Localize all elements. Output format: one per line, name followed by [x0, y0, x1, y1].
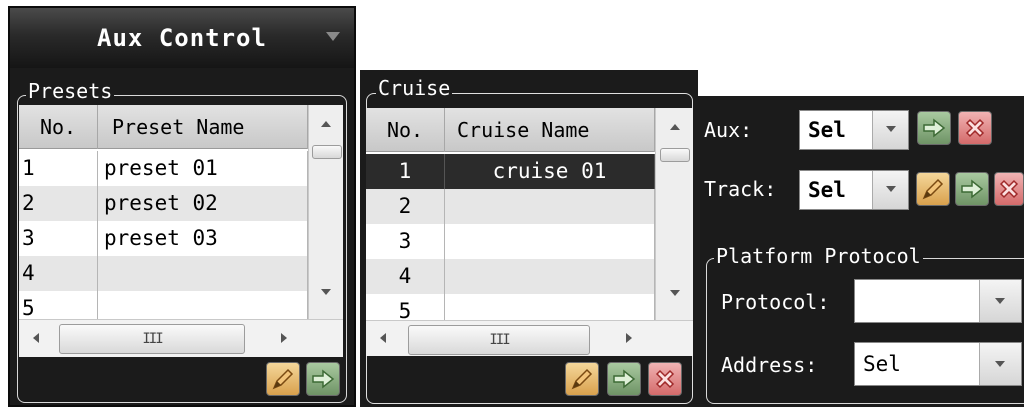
table-row[interactable]: 1 preset 01	[19, 151, 308, 186]
scroll-right-icon[interactable]	[626, 333, 632, 343]
row-no: 4	[366, 259, 445, 294]
scroll-thumb[interactable]: III	[408, 325, 590, 355]
pencil-icon	[571, 368, 593, 390]
row-name	[445, 224, 655, 259]
aux-label: Aux:	[704, 118, 753, 142]
scroll-thumb[interactable]: III	[59, 324, 245, 354]
row-no: 2	[366, 189, 445, 224]
cruise-list[interactable]: No. Cruise Name 1 cruise 01 2 3 4 5 III	[366, 108, 693, 356]
table-row[interactable]: 3	[366, 224, 655, 259]
row-name: cruise 01	[445, 154, 655, 189]
col-header-cruise-name[interactable]: Cruise Name	[445, 108, 655, 152]
cruise-horizontal-scrollbar[interactable]: III	[366, 320, 693, 356]
table-row[interactable]: 2 preset 02	[19, 186, 308, 221]
row-no: 4	[19, 256, 98, 291]
track-select-value: Sel	[808, 178, 846, 202]
presets-horizontal-scrollbar[interactable]: III	[19, 319, 343, 357]
address-select-value: Sel	[863, 352, 901, 376]
collapse-arrow-icon[interactable]	[326, 32, 340, 41]
presets-vertical-scrollbar[interactable]	[308, 105, 343, 319]
arrow-right-icon	[312, 369, 335, 389]
arrow-right-icon	[961, 179, 984, 199]
aux-delete-button[interactable]	[958, 111, 992, 145]
scroll-down-icon[interactable]	[670, 290, 680, 296]
table-row[interactable]: 4	[366, 259, 655, 294]
cruise-group-title: Cruise	[376, 76, 453, 100]
scroll-thumb[interactable]	[660, 148, 690, 162]
row-no: 5	[366, 294, 445, 320]
table-row[interactable]: 5	[366, 294, 655, 320]
aux-control-header[interactable]: Aux Control	[10, 8, 354, 68]
address-select[interactable]: Sel	[854, 342, 1022, 386]
aux-select-value: Sel	[808, 118, 846, 142]
protocol-select-value	[855, 280, 979, 322]
row-name: preset 02	[98, 186, 308, 221]
row-name	[98, 256, 308, 291]
presets-list[interactable]: No. Preset Name 1 preset 01 2 preset 02 …	[19, 105, 343, 357]
col-header-no[interactable]: No.	[366, 108, 445, 152]
platform-protocol-group-title: Platform Protocol	[714, 244, 923, 268]
dropdown-arrow-icon[interactable]	[872, 171, 908, 209]
close-x-icon	[999, 179, 1019, 199]
address-label: Address:	[721, 353, 818, 377]
scroll-up-icon[interactable]	[321, 121, 331, 127]
row-name	[445, 259, 655, 294]
scroll-left-icon[interactable]	[33, 333, 39, 343]
pencil-icon	[272, 368, 294, 390]
arrow-right-icon	[613, 369, 636, 389]
row-no: 5	[19, 291, 98, 319]
track-label: Track:	[704, 177, 777, 201]
delete-cruise-button[interactable]	[648, 362, 682, 396]
aux-go-button[interactable]	[917, 111, 951, 145]
row-name: preset 01	[98, 151, 308, 186]
table-row-selected[interactable]: 1 cruise 01	[366, 154, 655, 189]
protocol-label: Protocol:	[721, 290, 830, 314]
row-name	[445, 189, 655, 224]
start-cruise-button[interactable]	[607, 362, 641, 396]
aux-select[interactable]: Sel	[799, 110, 909, 150]
arrow-right-icon	[923, 118, 946, 138]
col-header-no[interactable]: No.	[19, 105, 98, 149]
table-row[interactable]: 3 preset 03	[19, 221, 308, 256]
scroll-up-icon[interactable]	[670, 124, 680, 130]
row-no: 3	[19, 221, 98, 256]
presets-list-header: No. Preset Name	[19, 105, 308, 149]
cruise-list-header: No. Cruise Name	[366, 108, 655, 152]
table-row[interactable]: 5	[19, 291, 308, 319]
row-no: 1	[19, 151, 98, 186]
track-edit-button[interactable]	[916, 172, 950, 206]
scroll-thumb[interactable]	[312, 145, 342, 159]
scroll-down-icon[interactable]	[321, 289, 331, 295]
col-header-preset-name[interactable]: Preset Name	[98, 105, 308, 149]
table-row[interactable]: 4	[19, 256, 308, 291]
protocol-select[interactable]	[854, 279, 1022, 323]
presets-group-title: Presets	[26, 79, 115, 103]
row-name: preset 03	[98, 221, 308, 256]
cruise-vertical-scrollbar[interactable]	[655, 108, 693, 320]
edit-cruise-button[interactable]	[565, 362, 599, 396]
close-x-icon	[655, 369, 675, 389]
row-no: 1	[366, 154, 445, 189]
dropdown-arrow-icon[interactable]	[979, 343, 1021, 385]
edit-preset-button[interactable]	[266, 362, 300, 396]
goto-preset-button[interactable]	[306, 362, 340, 396]
close-x-icon	[965, 118, 985, 138]
row-no: 3	[366, 224, 445, 259]
track-go-button[interactable]	[955, 172, 989, 206]
row-name	[445, 294, 655, 320]
row-no: 2	[19, 186, 98, 221]
aux-control-title: Aux Control	[97, 24, 267, 52]
row-name	[98, 291, 308, 319]
scroll-left-icon[interactable]	[380, 333, 386, 343]
track-delete-button[interactable]	[994, 172, 1024, 206]
scroll-right-icon[interactable]	[281, 333, 287, 343]
dropdown-arrow-icon[interactable]	[872, 111, 908, 149]
pencil-icon	[922, 178, 944, 200]
table-row[interactable]: 2	[366, 189, 655, 224]
dropdown-arrow-icon[interactable]	[979, 280, 1021, 322]
track-select[interactable]: Sel	[799, 170, 909, 210]
